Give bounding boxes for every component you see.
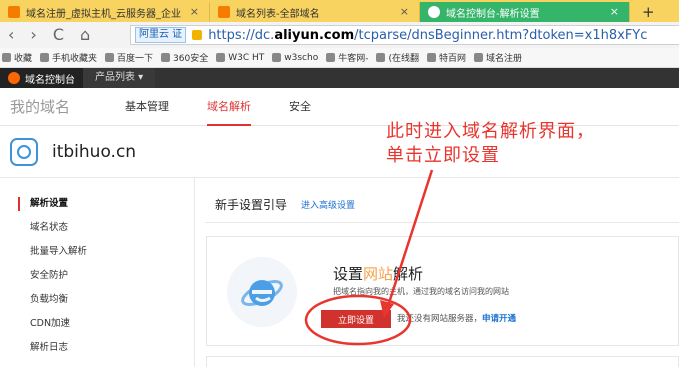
internet-explorer-icon xyxy=(241,280,283,306)
sidebar-item-domain-status[interactable]: 域名状态 xyxy=(18,216,183,240)
forward-icon[interactable]: › xyxy=(30,22,36,48)
browser-tab-strip: 域名注册_虚拟主机_云服务器_企业 × 域名列表-全部域名 × 域名控制台-解析… xyxy=(0,0,679,22)
bookmarks-bar: 收藏 手机收藏夹 百度一下 360安全 W3C HT w3scho 牛客网- (… xyxy=(0,48,679,68)
annotation-line-1: 此时进入域名解析界面， xyxy=(386,121,595,142)
sidebar-item-dns-log[interactable]: 解析日志 xyxy=(18,336,183,360)
apply-link[interactable]: 申请开通 xyxy=(482,314,516,324)
no-server-text: 我还没有网站服务器，申请开通 xyxy=(397,314,517,324)
setup-now-button[interactable]: 立即设置 xyxy=(321,310,391,328)
annotation-line-2: 单击立即设置 xyxy=(386,145,500,166)
new-tab-button[interactable]: + xyxy=(642,2,655,22)
tab-domain-registration[interactable]: 域名注册_虚拟主机_云服务器_企业 × xyxy=(0,2,210,22)
ie-logo-icon xyxy=(227,257,297,327)
tab-title: 域名注册_虚拟主机_云服务器_企业 xyxy=(26,8,181,20)
tab-title: 域名列表-全部域名 xyxy=(236,8,320,20)
tutorial-annotation: 此时进入域名解析界面， 单击立即设置 xyxy=(386,120,595,168)
site-verified-badge[interactable]: 阿里云 证 xyxy=(135,27,187,43)
sidebar-divider xyxy=(194,178,195,367)
star-icon xyxy=(2,53,11,62)
card-description: 把域名指向我的主机，通过我的域名访问我的网站 xyxy=(333,287,509,296)
tebai-icon xyxy=(426,53,436,62)
bookmark-item[interactable]: 牛客网- xyxy=(326,51,368,64)
website-dns-card: 设置网站解析 把域名指向我的主机，通过我的域名访问我的网站 立即设置 我还没有网… xyxy=(206,236,679,346)
w3-icon xyxy=(272,53,282,62)
baidu-icon xyxy=(105,53,115,62)
phone-icon xyxy=(40,53,50,62)
bookmark-item[interactable]: 手机收藏夹 xyxy=(40,51,97,64)
tab-dns-resolution[interactable]: 域名解析 xyxy=(207,88,251,126)
url-input[interactable]: 阿里云 证 https://dc.aliyun.com/tcparse/dnsB… xyxy=(130,25,679,45)
aliyun-favicon-icon xyxy=(474,53,483,62)
close-icon[interactable]: × xyxy=(610,5,619,18)
bookmark-item[interactable]: w3scho xyxy=(272,53,318,63)
domain-name: itbihuo.cn xyxy=(52,141,137,162)
console-favicon-icon xyxy=(428,6,440,18)
url-text: https://dc.aliyun.com/tcparse/dnsBeginne… xyxy=(208,27,648,43)
bookmark-item[interactable]: 特百网 xyxy=(426,51,466,64)
advanced-settings-link[interactable]: 进入高级设置 xyxy=(301,198,355,211)
guide-title: 新手设置引导 xyxy=(215,198,288,212)
page-icon xyxy=(216,53,226,62)
youdao-icon xyxy=(376,53,386,62)
divider xyxy=(205,222,679,223)
nowcoder-icon xyxy=(326,53,336,62)
shield-icon xyxy=(161,53,171,62)
sidebar-item-batch-import[interactable]: 批量导入解析 xyxy=(18,240,183,264)
sidebar-item-security-protection[interactable]: 安全防护 xyxy=(18,264,183,288)
tab-title: 域名控制台-解析设置 xyxy=(446,8,540,20)
domain-icon xyxy=(10,137,38,166)
sidebar: 解析设置 域名状态 批量导入解析 安全防护 负载均衡 CDN加速 解析日志 xyxy=(18,192,183,360)
next-card xyxy=(206,356,679,367)
bookmark-item[interactable]: 收藏 xyxy=(2,51,32,64)
reload-icon[interactable]: C xyxy=(53,22,64,48)
aliyun-favicon-icon xyxy=(8,6,20,18)
address-bar-row: ‹ › C ⌂ 阿里云 证 https://dc.aliyun.com/tcpa… xyxy=(0,22,679,48)
guide-header: 新手设置引导 进入高级设置 xyxy=(215,196,355,213)
bookmark-item[interactable]: 360安全 xyxy=(161,51,208,64)
home-icon[interactable]: ⌂ xyxy=(80,22,90,48)
bookmark-item[interactable]: 百度一下 xyxy=(105,51,153,64)
tab-security[interactable]: 安全 xyxy=(289,88,311,126)
tab-dns-settings[interactable]: 域名控制台-解析设置 × xyxy=(420,2,630,22)
products-dropdown[interactable]: 产品列表 ▾ xyxy=(83,68,156,88)
close-icon[interactable]: × xyxy=(400,5,409,18)
lock-icon xyxy=(192,30,203,40)
card-title: 设置网站解析 xyxy=(333,265,424,283)
close-icon[interactable]: × xyxy=(190,5,199,18)
sidebar-item-dns-settings[interactable]: 解析设置 xyxy=(18,192,183,216)
sidebar-item-cdn[interactable]: CDN加速 xyxy=(18,312,183,336)
console-topbar: 域名控制台 产品列表 ▾ xyxy=(0,68,679,88)
bookmark-item[interactable]: 域名注册 xyxy=(474,51,522,64)
sidebar-item-load-balancing[interactable]: 负载均衡 xyxy=(18,288,183,312)
tab-domain-list[interactable]: 域名列表-全部域名 × xyxy=(210,2,420,22)
page-title: 我的域名 xyxy=(10,98,71,116)
console-brand[interactable]: 域名控制台 xyxy=(0,68,83,88)
aliyun-logo-icon xyxy=(8,72,20,84)
tab-basic-management[interactable]: 基本管理 xyxy=(125,88,169,126)
bookmark-item[interactable]: W3C HT xyxy=(216,53,264,63)
aliyun-favicon-icon xyxy=(218,6,230,18)
bookmark-item[interactable]: (在线翻 xyxy=(376,51,419,64)
back-icon[interactable]: ‹ xyxy=(8,22,14,48)
